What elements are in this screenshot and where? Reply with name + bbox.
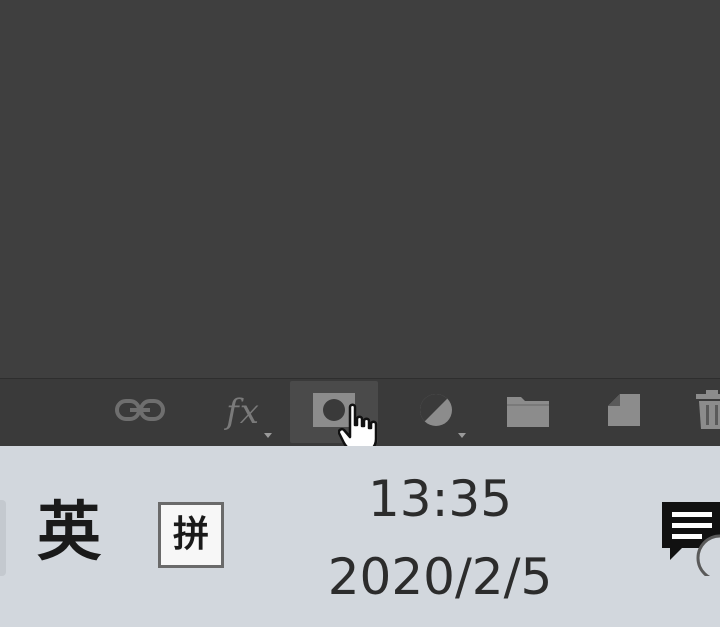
dropdown-arrow-icon xyxy=(264,433,272,438)
ime-mode-indicator[interactable]: 拼 xyxy=(158,502,224,568)
trash-icon xyxy=(694,390,720,434)
taskbar-clock[interactable]: 13:35 2020/2/5 xyxy=(300,464,580,612)
new-group-button[interactable] xyxy=(496,381,560,443)
link-layers-button[interactable] xyxy=(108,381,172,443)
layer-style-button[interactable]: fx xyxy=(208,381,278,443)
layers-panel-toolbar: fx xyxy=(0,378,720,454)
adjustment-layer-icon xyxy=(416,390,456,434)
new-layer-button[interactable] xyxy=(592,381,656,443)
clock-time: 13:35 xyxy=(367,470,513,528)
adjustment-layer-button[interactable] xyxy=(400,381,472,443)
action-center-icon xyxy=(656,502,720,576)
link-layers-icon xyxy=(114,395,166,429)
clock-date: 2020/2/5 xyxy=(327,548,553,606)
ime-language-indicator[interactable]: 英 xyxy=(24,488,114,578)
add-layer-mask-button[interactable] xyxy=(290,381,378,454)
new-layer-icon xyxy=(604,390,644,434)
delete-layer-button[interactable] xyxy=(684,381,720,443)
dropdown-arrow-icon xyxy=(458,433,466,438)
layers-panel-empty-area xyxy=(0,0,720,378)
taskbar-tray-edge xyxy=(0,500,6,576)
folder-icon xyxy=(505,391,551,433)
fx-label: fx xyxy=(226,392,260,432)
action-center-button[interactable] xyxy=(656,496,720,576)
